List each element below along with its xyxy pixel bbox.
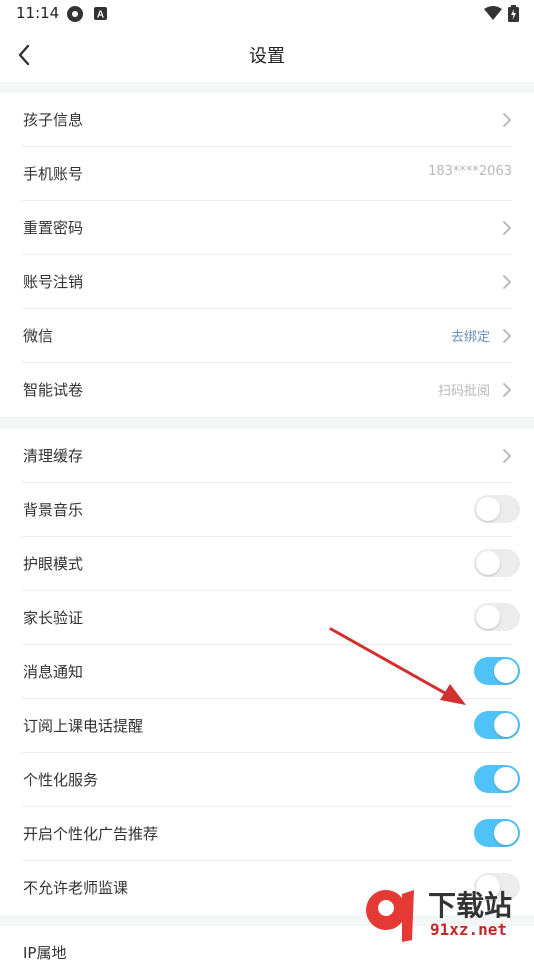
chevron-right-icon [503,275,511,289]
watermark-brand: 下载站 [428,889,513,922]
settings-row[interactable]: 背景音乐 [0,483,534,537]
row-label: 手机账号 [23,165,84,183]
toggle-switch[interactable] [474,819,520,847]
battery-icon [508,5,519,22]
toggle-knob [476,497,500,521]
preferences-section: 清理缓存背景音乐护眼模式家长验证消息通知订阅上课电话提醒 个性化服务开启个性化广告… [0,429,534,915]
watermark-url: 91xz.net [430,920,508,939]
row-label: 背景音乐 [23,501,84,519]
row-value: 去绑定 [450,330,490,345]
watermark-logo-icon [366,890,414,942]
toggle-knob [476,551,500,575]
toggle-knob [494,713,518,737]
settings-row[interactable]: 家长验证 [0,591,534,645]
app-header: 设置 [0,28,534,82]
row-label: 不允许老师监课 [23,879,129,897]
row-label: 订阅上课电话提醒 [23,717,144,735]
toggle-switch[interactable] [474,495,520,523]
toggle-switch[interactable] [474,711,520,739]
toggle-knob [494,659,518,683]
toggle-switch[interactable] [474,657,520,685]
row-label: 家长验证 [23,609,84,627]
account-settings-section: 孩子信息手机账号 183****2063 重置密码账号注销微信 去绑定智能试卷 扫码批阅 [0,93,534,417]
row-label: 孩子信息 [23,111,84,129]
row-label: 个性化服务 [23,771,99,789]
chevron-right-icon [503,113,511,127]
row-value: 扫码批阅 [437,384,490,399]
settings-row[interactable]: 账号注销 [0,255,534,309]
page-title: 设置 [249,46,285,67]
row-label: 开启个性化广告推荐 [23,825,159,843]
app-a-icon: A [94,7,107,20]
settings-row[interactable]: 微信 去绑定 [0,309,534,363]
settings-row[interactable]: 清理缓存 [0,429,534,483]
toggle-knob [494,767,518,791]
row-label: 清理缓存 [23,447,84,465]
settings-row[interactable]: 护眼模式 [0,537,534,591]
status-bar: 11:14 A [0,0,534,28]
row-label: 微信 [23,327,54,345]
toggle-switch[interactable] [474,549,520,577]
toggle-switch[interactable] [474,603,520,631]
toggle-knob [494,821,518,845]
svg-text:A: A [97,10,104,21]
row-label: 消息通知 [23,663,84,681]
chevron-right-icon [503,221,511,235]
status-time: 11:14 [16,4,60,22]
row-value: 183****2063 [428,164,512,179]
toggle-switch[interactable] [474,765,520,793]
row-label: IP属地 [23,944,67,962]
settings-row[interactable]: 重置密码 [0,201,534,255]
chevron-right-icon [503,329,511,343]
row-label: 智能试卷 [23,381,84,399]
row-label: 护眼模式 [23,555,84,573]
wifi-icon [484,6,502,20]
settings-row[interactable]: 订阅上课电话提醒 [0,699,534,753]
settings-row[interactable]: 个性化服务 [0,753,534,807]
settings-row[interactable]: 智能试卷 扫码批阅 [0,363,534,417]
sync-icon [67,6,83,22]
watermark: 下载站 91xz.net [358,880,534,950]
toggle-knob [476,605,500,629]
settings-row[interactable]: 手机账号 183****2063 [0,147,534,201]
row-label: 重置密码 [23,219,84,237]
settings-row[interactable]: 消息通知 [0,645,534,699]
settings-row[interactable]: 开启个性化广告推荐 [0,807,534,861]
chevron-right-icon [503,383,511,397]
settings-row[interactable]: 孩子信息 [0,93,534,147]
chevron-right-icon [503,449,511,463]
row-label: 账号注销 [23,273,84,291]
